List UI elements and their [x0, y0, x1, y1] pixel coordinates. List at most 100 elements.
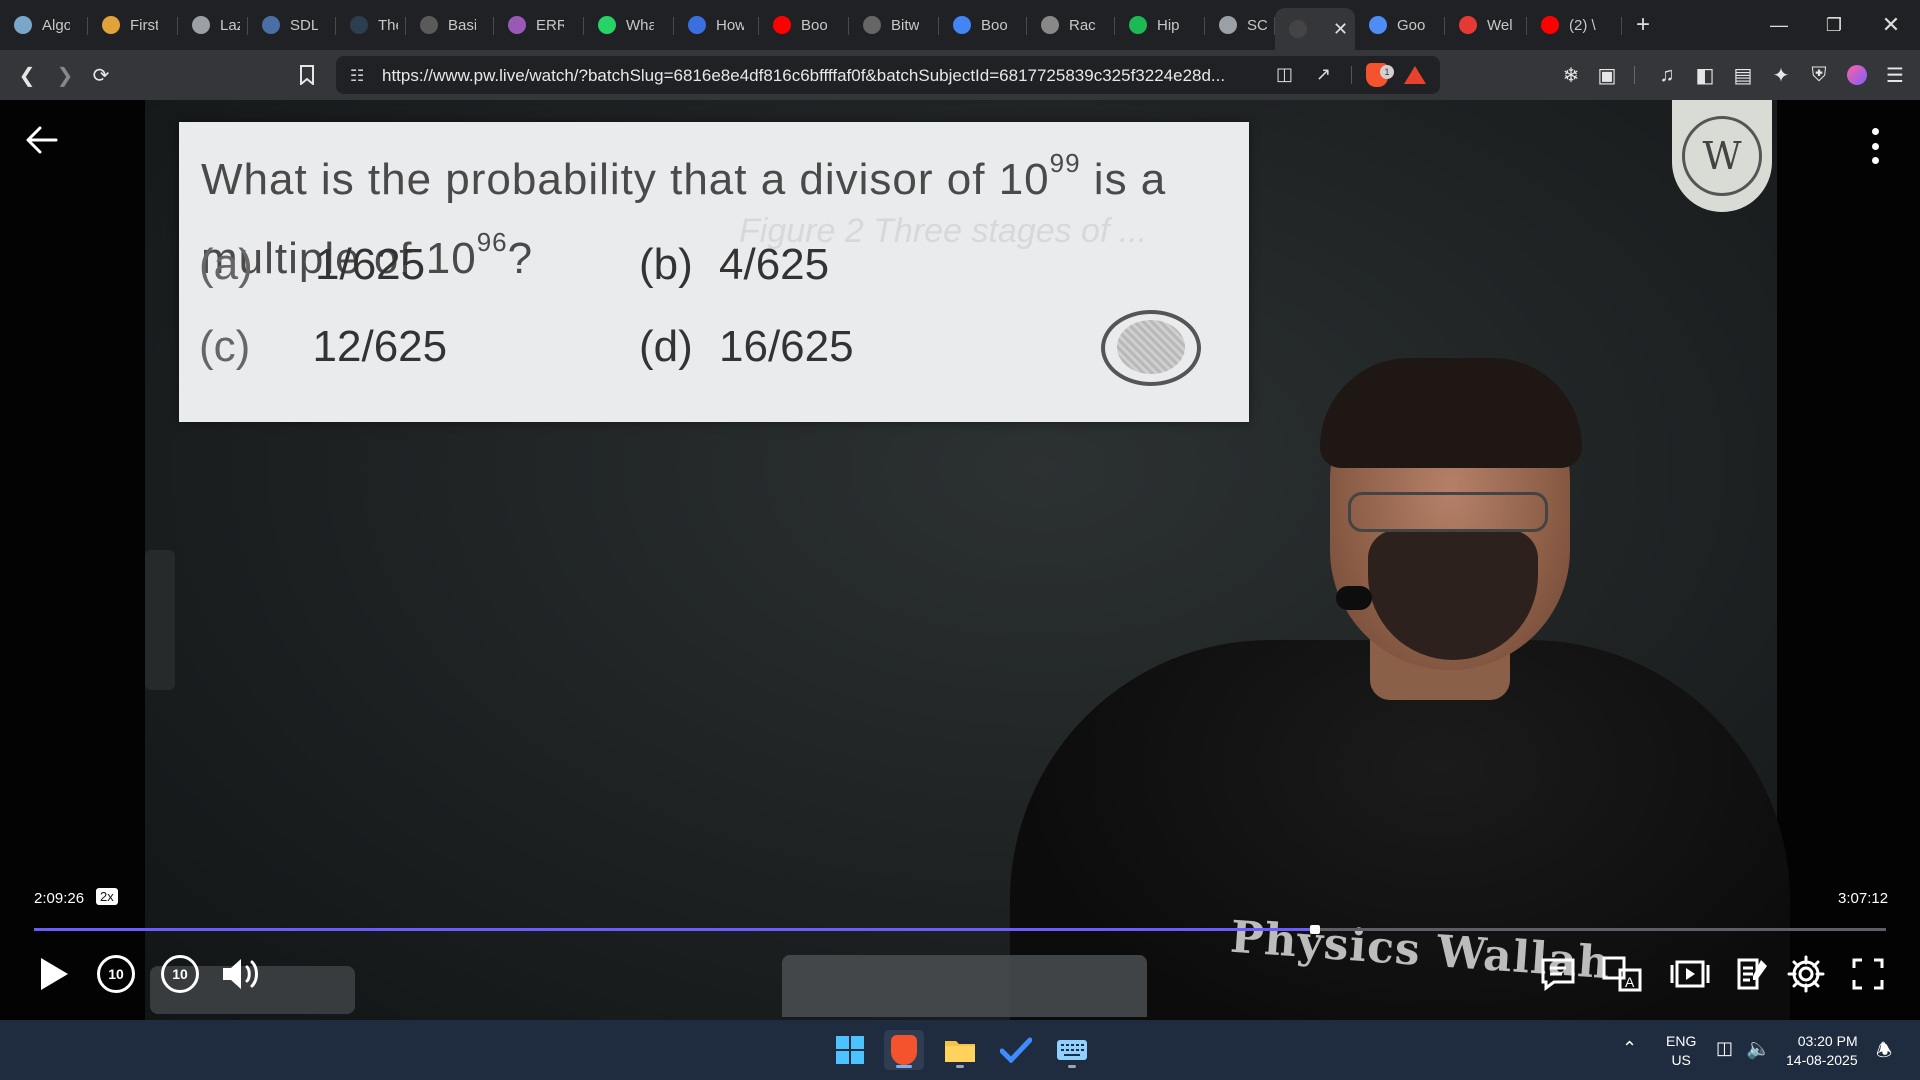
rewind-10-button[interactable]: 10 [94, 952, 138, 996]
menu-icon[interactable]: ☰ [1882, 62, 1908, 88]
browser-tab[interactable]: Algo [0, 0, 88, 50]
browser-tab[interactable]: Basi [406, 0, 494, 50]
speed-badge[interactable]: 2x [96, 888, 118, 905]
vpn-icon[interactable]: ⛨ [1806, 62, 1832, 88]
youtube-icon [1541, 16, 1559, 34]
taskbar-keyboard-app[interactable] [1052, 1030, 1092, 1070]
media-icon[interactable]: ♫ [1654, 62, 1680, 88]
minimize-button[interactable]: — [1750, 0, 1808, 50]
browser-tab[interactable]: SCII [1205, 0, 1275, 50]
extensions-icon[interactable]: ❄ [1558, 62, 1584, 88]
back-button[interactable]: ❮ [14, 62, 40, 88]
more-options-icon[interactable] [1868, 128, 1882, 164]
browser-tab[interactable]: Boo [939, 0, 1027, 50]
tab-title: Boo [981, 16, 1008, 34]
tab-title: Hip [1157, 16, 1180, 34]
running-indicator [1068, 1065, 1076, 1068]
speaker-icon[interactable]: 🔈 [1746, 1036, 1771, 1061]
bitwise-icon [863, 16, 881, 34]
volume-button[interactable] [220, 952, 266, 996]
chat-icon [1541, 958, 1575, 991]
wallet-icon[interactable]: ▤ [1730, 62, 1756, 88]
option-c: (c) 12/625 [199, 322, 448, 371]
browser-tab[interactable]: The [336, 0, 406, 50]
brave-rewards-icon[interactable] [1404, 66, 1426, 84]
option-a: (a) 1/625 [199, 240, 426, 289]
lightning-icon [102, 16, 120, 34]
option-b: (b) 4/625 [639, 240, 830, 289]
fullscreen-button[interactable] [1848, 952, 1888, 996]
tab-strip: Algo First Lazy SDL The Basi ERR Wha How Boo Bitw B… [0, 0, 1920, 50]
forward-button[interactable]: ❯ [52, 62, 78, 88]
playlist-button[interactable] [1668, 952, 1712, 996]
brave-shields-icon[interactable]: 1 [1366, 63, 1394, 87]
gemini-icon [1369, 16, 1387, 34]
google-icon [953, 16, 971, 34]
restore-button[interactable]: ❐ [1805, 0, 1863, 50]
browser-tab[interactable]: Rac [1027, 0, 1115, 50]
reload-icon[interactable]: ⟳ [88, 62, 114, 88]
leo-ai-icon[interactable]: ✦ [1768, 62, 1794, 88]
reader-mode-icon[interactable]: ▣ [1594, 62, 1620, 88]
bookmark-icon[interactable] [294, 62, 320, 88]
browser-tab[interactable]: Boo [759, 0, 849, 50]
browser-tab[interactable]: Goo [1355, 0, 1445, 50]
video-player[interactable]: Figure 2 Three stages of ... What is the… [0, 100, 1920, 1020]
doc-icon [420, 16, 438, 34]
cast-icon[interactable]: ◫ [1276, 64, 1293, 85]
browser-tab[interactable]: (2) \ [1527, 0, 1622, 50]
browser-tab[interactable]: How [674, 0, 759, 50]
browser-tab[interactable]: SDL [248, 0, 336, 50]
profile-icon[interactable] [1844, 62, 1870, 88]
new-tab-button[interactable]: + [1636, 11, 1650, 39]
forward-10-button[interactable]: 10 [158, 952, 202, 996]
back-arrow-icon[interactable] [24, 122, 60, 158]
notes-button[interactable] [1732, 952, 1772, 996]
chat-button[interactable] [1538, 952, 1578, 996]
browser-tab[interactable]: ✕ [1275, 8, 1355, 50]
option-d: (d) 16/625 [639, 322, 854, 371]
forward-icon: 10 [161, 955, 199, 993]
translate-button[interactable]: A [1602, 952, 1642, 996]
browser-tab[interactable]: ERR [494, 0, 584, 50]
progress-bar[interactable] [34, 925, 1886, 934]
taskbar-todo[interactable] [996, 1030, 1036, 1070]
board-edge [145, 550, 175, 690]
pw-logo: W [1672, 100, 1772, 212]
sidebar-icon[interactable]: ◧ [1692, 62, 1718, 88]
youtube-icon [773, 16, 791, 34]
windows-logo-icon [836, 1036, 864, 1064]
browser-tab[interactable]: Lazy [178, 0, 248, 50]
tab-title: Lazy [220, 16, 240, 34]
taskbar-brave[interactable] [884, 1030, 924, 1070]
question-card: Figure 2 Three stages of ... What is the… [179, 122, 1249, 422]
share-icon[interactable]: ↗ [1316, 64, 1331, 85]
notes-icon [1737, 958, 1767, 990]
running-indicator [896, 1065, 912, 1068]
address-bar[interactable]: ☷ https://www.pw.live/watch/?batchSlug=6… [336, 56, 1440, 94]
start-button[interactable] [830, 1030, 870, 1070]
browser-tab[interactable]: Wha [584, 0, 674, 50]
rewind-icon: 10 [97, 955, 135, 993]
browser-tab[interactable]: Wel [1445, 0, 1527, 50]
browser-tab[interactable]: Hip [1115, 0, 1205, 50]
tab-title: Boo [801, 16, 828, 34]
close-tab-icon[interactable]: ✕ [1333, 19, 1348, 40]
browser-tab[interactable]: First [88, 0, 178, 50]
settings-button[interactable] [1784, 952, 1828, 996]
browser-tab[interactable]: Bitw [849, 0, 939, 50]
teacher-glasses [1348, 492, 1548, 532]
network-icon[interactable]: ◫ [1716, 1038, 1733, 1059]
notification-bell-icon[interactable]: 🕭 [1876, 1038, 1892, 1068]
clock[interactable]: 03:20 PM 14-08-2025 [1786, 1032, 1858, 1070]
close-window-button[interactable]: ✕ [1862, 0, 1920, 50]
play-button[interactable] [34, 952, 74, 996]
microphone [1336, 586, 1372, 610]
progress-knob[interactable] [1309, 925, 1320, 934]
tray-chevron-icon[interactable]: ⌃ [1622, 1038, 1637, 1059]
divider [1351, 66, 1352, 84]
language-indicator[interactable]: ENG US [1666, 1032, 1696, 1070]
board-toolbar [782, 955, 1147, 1017]
site-settings-icon[interactable]: ☷ [350, 66, 364, 86]
taskbar-file-explorer[interactable] [940, 1030, 980, 1070]
